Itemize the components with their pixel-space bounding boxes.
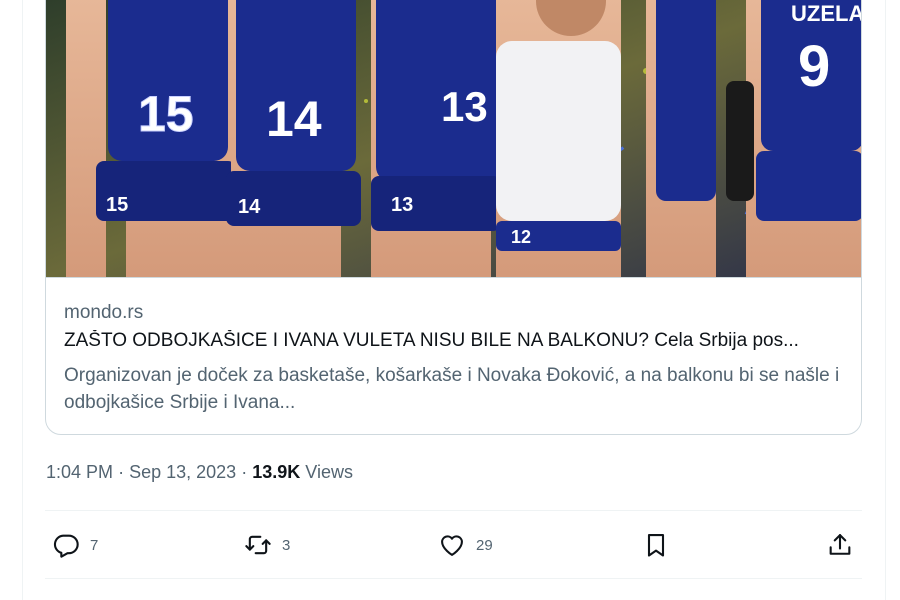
- heart-icon: [438, 531, 466, 559]
- jersey-name-uzelac: UZELAC: [791, 1, 862, 26]
- like-count: 29: [476, 536, 493, 554]
- meta-separator-2: ·: [241, 462, 248, 482]
- svg-text:13: 13: [441, 83, 488, 130]
- share-icon: [826, 531, 854, 559]
- card-title: ZAŠTO ODBOJKAŠICE I IVANA VULETA NISU BI…: [64, 330, 799, 351]
- views-count: 13.9K: [252, 462, 301, 482]
- reply-icon: [52, 531, 80, 559]
- card-description: Organizovan je doček za basketaše, košar…: [64, 365, 840, 413]
- retweet-count: 3: [282, 536, 291, 554]
- like-button[interactable]: 29: [438, 528, 493, 562]
- tweet-detail: 15 15 14 14 13 13 12 UZEL 9 mondo.rs ZAŠ…: [0, 0, 900, 600]
- link-preview-card[interactable]: 15 15 14 14 13 13 12 UZEL 9 mondo.rs ZAŠ…: [45, 0, 862, 435]
- svg-text:14: 14: [238, 196, 261, 218]
- meta-separator: ·: [118, 462, 125, 482]
- bookmark-icon: [642, 531, 670, 559]
- views-label: Views: [305, 462, 353, 482]
- tweet-date[interactable]: Sep 13, 2023: [129, 462, 236, 482]
- jersey-number-13: 13: [391, 194, 413, 216]
- retweet-icon: [244, 531, 272, 559]
- jersey-number-9: 9: [798, 34, 830, 99]
- reply-button[interactable]: 7: [52, 528, 98, 562]
- card-domain: mondo.rs: [64, 302, 144, 323]
- bookmark-button[interactable]: [642, 528, 670, 562]
- tweet-time[interactable]: 1:04 PM: [46, 462, 113, 482]
- card-text[interactable]: mondo.rs ZAŠTO ODBOJKAŠICE I IVANA VULET…: [46, 277, 861, 434]
- reply-count: 7: [90, 536, 99, 554]
- jersey-number-15: 15: [138, 86, 194, 142]
- retweet-button[interactable]: 3: [244, 528, 290, 562]
- card-image[interactable]: 15 15 14 14 13 13 12 UZEL 9: [46, 0, 862, 277]
- tweet-meta: 1:04 PM · Sep 13, 2023 · 13.9K Views: [46, 462, 353, 483]
- svg-text:15: 15: [106, 194, 128, 216]
- column-border-right: [885, 0, 886, 600]
- column-border-left: [22, 0, 23, 600]
- divider-bottom: [45, 578, 862, 579]
- share-button[interactable]: [826, 528, 854, 562]
- jersey-number-12: 12: [511, 227, 531, 247]
- divider: [45, 510, 862, 511]
- jersey-number-14: 14: [266, 91, 322, 147]
